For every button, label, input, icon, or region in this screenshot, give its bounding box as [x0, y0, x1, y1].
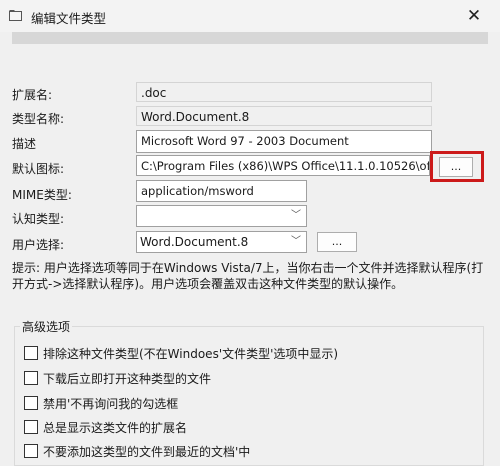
title-bar: 编辑文件类型 ✕ [0, 0, 500, 32]
option-label: 不要添加这类型的文件到最近的文档'中 [43, 445, 251, 459]
checkbox[interactable] [24, 444, 38, 458]
highlight-box [430, 151, 484, 182]
perceived-type-dropdown[interactable]: ﹀ [136, 205, 307, 227]
default-icon-input[interactable]: C:\Program Files (x86)\WPS Office\11.1.0… [136, 155, 430, 176]
checkbox[interactable] [24, 371, 38, 385]
close-button[interactable]: ✕ [448, 0, 500, 32]
mime-type-label: MIME类型: [12, 188, 72, 202]
option-disable-ask-again[interactable]: 禁用'不再询问我的勾选框 [24, 395, 178, 412]
perceived-type-label: 认知类型: [12, 212, 65, 226]
advanced-options-title: 高级选项 [20, 318, 73, 335]
option-label: 禁用'不再询问我的勾选框 [43, 397, 179, 411]
user-choice-browse-button[interactable]: ... [317, 232, 357, 252]
folder-icon [9, 10, 22, 21]
description-label: 描述 [12, 137, 37, 151]
window-title: 编辑文件类型 [31, 11, 107, 26]
extension-label: 扩展名: [12, 88, 53, 102]
close-icon: ✕ [466, 6, 482, 26]
type-name-value: Word.Document.8 [136, 106, 432, 126]
header-banner [12, 32, 488, 44]
chevron-down-icon: ﹀ [291, 210, 301, 221]
user-choice-label: 用户选择: [12, 238, 65, 252]
extension-value: .doc [136, 82, 432, 102]
option-label: 总是显示这类文件的扩展名 [43, 421, 188, 435]
user-choice-value: Word.Document.8 [140, 235, 249, 249]
checkbox[interactable] [24, 346, 38, 360]
option-label: 下载后立即打开这种类型的文件 [43, 372, 212, 386]
option-exclude-type[interactable]: 排除这种文件类型(不在Windoes'文件类型'选项中显示) [24, 345, 338, 362]
hint-text: 提示: 用户选择选项等同于在Windows Vista/7上，当你右击一个文件并… [12, 261, 484, 291]
option-open-after-download[interactable]: 下载后立即打开这种类型的文件 [24, 370, 211, 387]
mime-type-input[interactable]: application/msword [136, 180, 307, 202]
option-always-show-extension[interactable]: 总是显示这类文件的扩展名 [24, 419, 187, 436]
checkbox[interactable] [24, 420, 38, 434]
type-name-label: 类型名称: [12, 112, 65, 126]
user-choice-dropdown[interactable]: Word.Document.8 ﹀ [136, 231, 307, 253]
default-icon-label: 默认图标: [12, 162, 65, 176]
checkbox[interactable] [24, 396, 38, 410]
description-input[interactable]: Microsoft Word 97 - 2003 Document [136, 130, 432, 153]
option-label: 排除这种文件类型(不在Windoes'文件类型'选项中显示) [43, 347, 339, 361]
chevron-down-icon: ﹀ [291, 236, 301, 247]
option-no-recent-documents[interactable]: 不要添加这类型的文件到最近的文档'中 [24, 443, 250, 460]
